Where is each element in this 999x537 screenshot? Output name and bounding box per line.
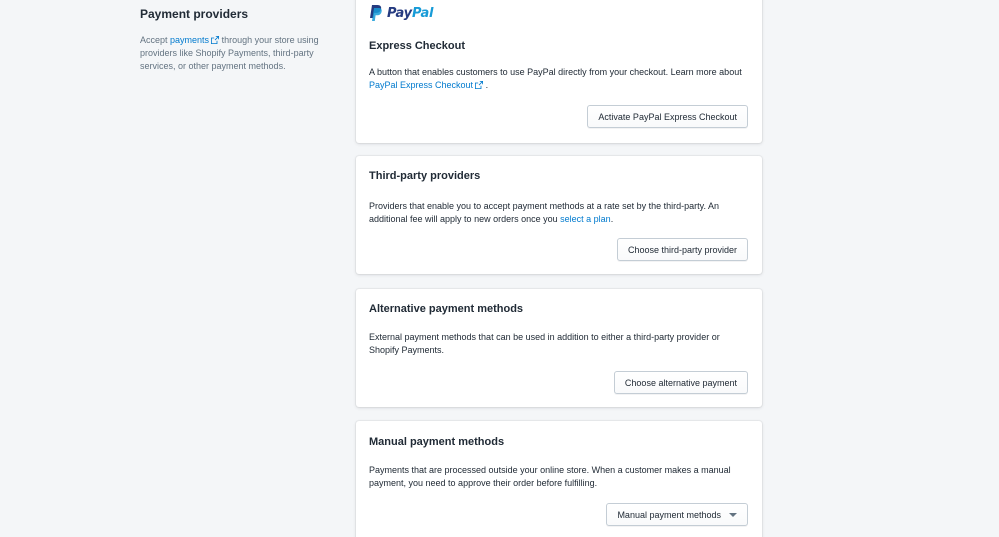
- external-link-icon: [211, 36, 220, 44]
- caret-down-icon: [729, 512, 737, 517]
- manual-card: Manual payment methods Payments that are…: [356, 421, 762, 537]
- alternative-desc: External payment methods that can be use…: [369, 332, 720, 355]
- manual-payment-label: Manual payment methods: [617, 509, 721, 520]
- external-link-icon: [475, 81, 484, 89]
- payments-link[interactable]: payments: [170, 35, 220, 45]
- section-title: Payment providers: [140, 7, 249, 21]
- paypal-title: Express Checkout: [369, 40, 465, 52]
- paypal-logo: PayPal: [369, 4, 433, 22]
- choose-alternative-button[interactable]: Choose alternative payment: [613, 371, 748, 394]
- third-party-desc: Providers that enable you to accept paym…: [369, 201, 720, 224]
- paypal-express-link[interactable]: PayPal Express Checkout: [369, 80, 484, 90]
- third-party-card: Third-party providers Providers that ena…: [356, 156, 762, 274]
- activate-paypal-button[interactable]: Activate PayPal Express Checkout: [587, 105, 748, 128]
- paypal-icon: [370, 5, 382, 21]
- choose-third-party-button[interactable]: Choose third-party provider: [616, 238, 748, 261]
- alternative-title: Alternative payment methods: [369, 303, 524, 315]
- alternative-card: Alternative payment methods External pay…: [356, 289, 762, 407]
- paypal-card: PayPal Express Checkout A button that en…: [356, 0, 762, 143]
- manual-title: Manual payment methods: [369, 436, 505, 448]
- manual-desc: Payments that are processed outside your…: [369, 465, 731, 488]
- section-description: Payment providers Accept payments throug…: [140, 7, 340, 73]
- section-desc: Accept payments through your store using…: [140, 35, 319, 71]
- manual-payment-dropdown[interactable]: Manual payment methods: [606, 503, 748, 526]
- select-plan-link[interactable]: select a plan: [560, 214, 611, 224]
- third-party-title: Third-party providers: [369, 170, 481, 182]
- paypal-desc: A button that enables customers to use P…: [369, 67, 742, 90]
